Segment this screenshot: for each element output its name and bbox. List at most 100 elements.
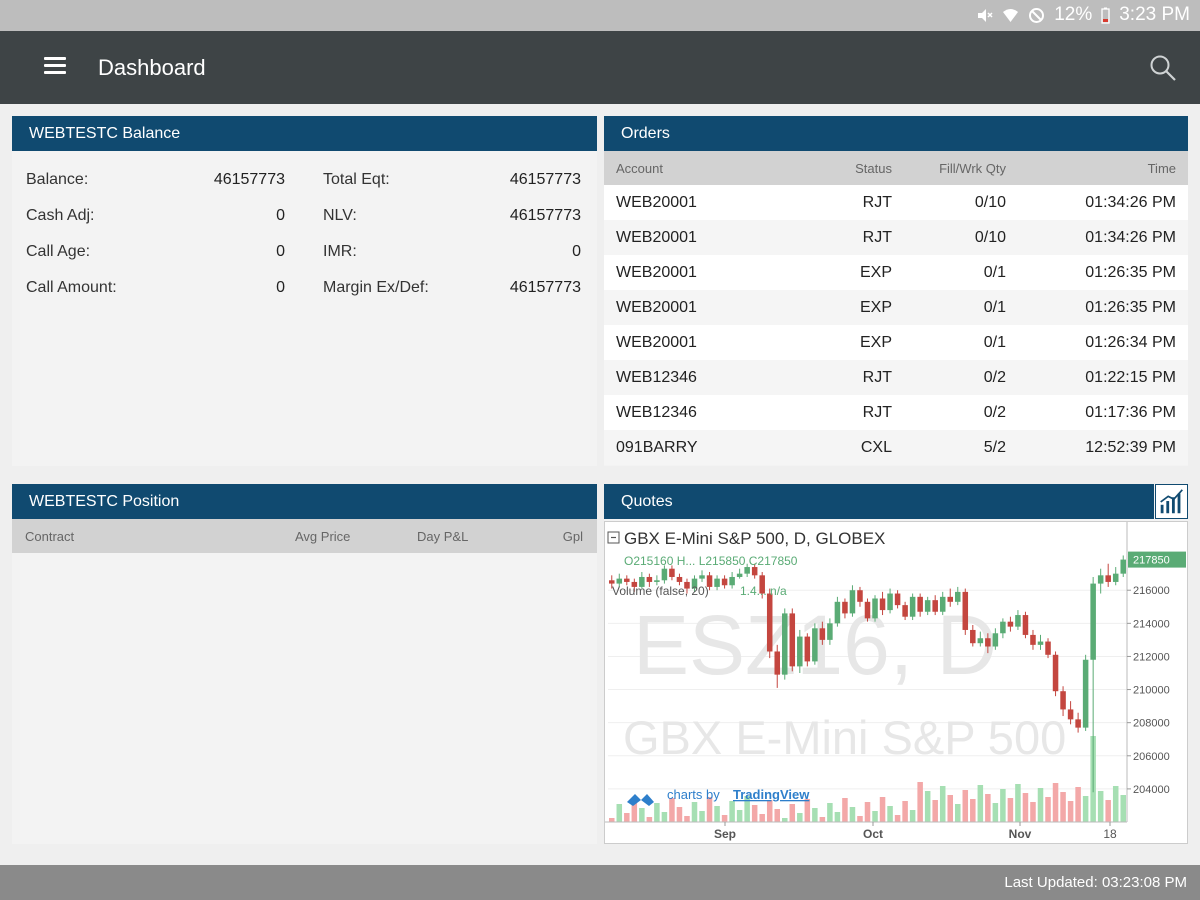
candle (646, 576, 653, 582)
table-row[interactable]: WEB12346 RJT 0/2 01:22:15 PM (604, 360, 1188, 395)
candle (1000, 621, 1006, 634)
last-updated-text: Last Updated: 03:23:08 PM (1004, 874, 1187, 891)
column-header-account[interactable]: Account (616, 161, 663, 176)
table-row[interactable]: WEB20001 RJT 0/10 01:34:26 PM (604, 185, 1188, 220)
volume-bar (902, 801, 908, 822)
candle (857, 590, 863, 602)
table-row[interactable]: WEB12346 RJT 0/2 01:17:36 PM (604, 395, 1188, 430)
quote-chart[interactable]: ESZ16, D GBX E-Mini S&P 500 GBX E-Mini S… (604, 521, 1188, 844)
volume-bar (684, 816, 690, 822)
column-header-contract[interactable]: Contract (25, 529, 74, 544)
candle (1052, 654, 1059, 692)
app-bar: Dashboard (0, 31, 1200, 104)
table-row[interactable]: WEB20001 EXP 0/1 01:26:35 PM (604, 255, 1188, 290)
balance-label: Call Age: (26, 243, 91, 260)
order-account: WEB12346 (616, 404, 697, 421)
search-icon[interactable] (1148, 53, 1178, 83)
candle (932, 600, 938, 612)
table-row[interactable]: 091BARRY CXL 5/2 12:52:39 PM (604, 430, 1188, 465)
volume-bar (691, 802, 698, 822)
order-account: WEB20001 (616, 194, 697, 211)
candle (872, 598, 878, 619)
status-bar: 12% 3:23 PM (0, 0, 1200, 31)
volume-bar (1097, 791, 1104, 822)
table-row[interactable]: WEB20001 EXP 0/1 01:26:34 PM (604, 325, 1188, 360)
order-qty: 0/2 (983, 404, 1006, 421)
hamburger-icon[interactable] (44, 57, 68, 77)
balance-row: NLV: (323, 207, 357, 225)
mute-icon (978, 8, 993, 22)
order-account: WEB20001 (616, 264, 697, 281)
volume-bar (977, 785, 984, 822)
volume-bar (1037, 788, 1044, 822)
orders-table-header: Account Status Fill/Wrk Qty Time (604, 151, 1188, 185)
volume-bar (812, 808, 818, 822)
volume-bar (1015, 784, 1021, 822)
time-tick-label: Nov (1009, 827, 1032, 841)
tradingview-link[interactable]: TradingView (733, 787, 810, 802)
candlestick-chart[interactable]: ESZ16, D GBX E-Mini S&P 500 GBX E-Mini S… (605, 522, 1188, 844)
balance-row: Margin Ex/Def: (323, 279, 429, 297)
column-header-qty[interactable]: Fill/Wrk Qty (939, 161, 1006, 176)
balance-value: 0 (276, 279, 285, 296)
column-header-gpl[interactable]: Gpl (563, 529, 583, 544)
balance-value: 0 (572, 243, 581, 260)
balance-label: Balance: (26, 171, 89, 188)
candle (1105, 575, 1111, 582)
order-qty: 0/1 (983, 299, 1006, 316)
volume-bar (699, 811, 705, 822)
column-header-avg-price[interactable]: Avg Price (295, 529, 350, 544)
balance-label: IMR: (323, 243, 357, 260)
quotes-panel-title: Quotes (604, 484, 1154, 519)
volume-bar (947, 795, 953, 822)
volume-bar (751, 805, 758, 822)
table-row[interactable]: WEB20001 RJT 0/10 01:34:26 PM (604, 220, 1188, 255)
chart-icon[interactable] (1155, 484, 1188, 519)
candle (977, 638, 984, 644)
volume-bar (676, 807, 683, 822)
do-not-disturb-icon (1029, 7, 1045, 23)
volume-bar (1000, 789, 1006, 822)
order-qty: 0/10 (974, 229, 1006, 246)
chart-watermark-name: GBX E-Mini S&P 500 (623, 711, 1066, 764)
candle (812, 628, 818, 662)
candle (714, 578, 720, 587)
column-header-day-pl[interactable]: Day P&L (417, 529, 468, 544)
footer-bar: Last Updated: 03:23:08 PM (0, 865, 1200, 900)
volume-bar (639, 808, 645, 822)
candle (654, 580, 660, 582)
battery-percent: 12% (1054, 4, 1093, 25)
candle (1082, 659, 1089, 728)
price-tick-label: 210000 (1133, 685, 1170, 697)
status-time: 3:23 PM (1119, 4, 1190, 25)
candle (1037, 641, 1044, 645)
volume-bar (955, 804, 961, 822)
table-row[interactable]: WEB20001 EXP 0/1 01:26:35 PM (604, 290, 1188, 325)
candle (1120, 559, 1126, 574)
column-header-status[interactable]: Status (855, 161, 892, 176)
order-status: EXP (859, 299, 892, 316)
candle (744, 567, 750, 574)
chart-symbol-title: GBX E-Mini S&P 500, D, GLOBEX (624, 529, 885, 548)
order-time: 12:52:39 PM (1085, 439, 1176, 456)
volume-bar (774, 809, 780, 822)
volume-bar (924, 791, 931, 822)
balance-label: NLV: (323, 207, 357, 224)
order-account: 091BARRY (616, 439, 698, 456)
candle (797, 636, 803, 667)
candle (939, 596, 946, 612)
candle (676, 576, 683, 582)
order-account: WEB20001 (616, 299, 697, 316)
column-header-time[interactable]: Time (1148, 161, 1176, 176)
volume-bar (917, 782, 923, 822)
orders-panel-title: Orders (604, 116, 1188, 151)
order-status: RJT (862, 404, 892, 421)
candle (947, 596, 953, 602)
balance-label: Total Eqt: (323, 171, 390, 188)
candle (1007, 621, 1014, 627)
order-status: RJT (862, 194, 892, 211)
candle (894, 593, 901, 606)
candle (962, 591, 969, 630)
volume-bar (714, 806, 720, 822)
order-qty: 0/10 (974, 194, 1006, 211)
